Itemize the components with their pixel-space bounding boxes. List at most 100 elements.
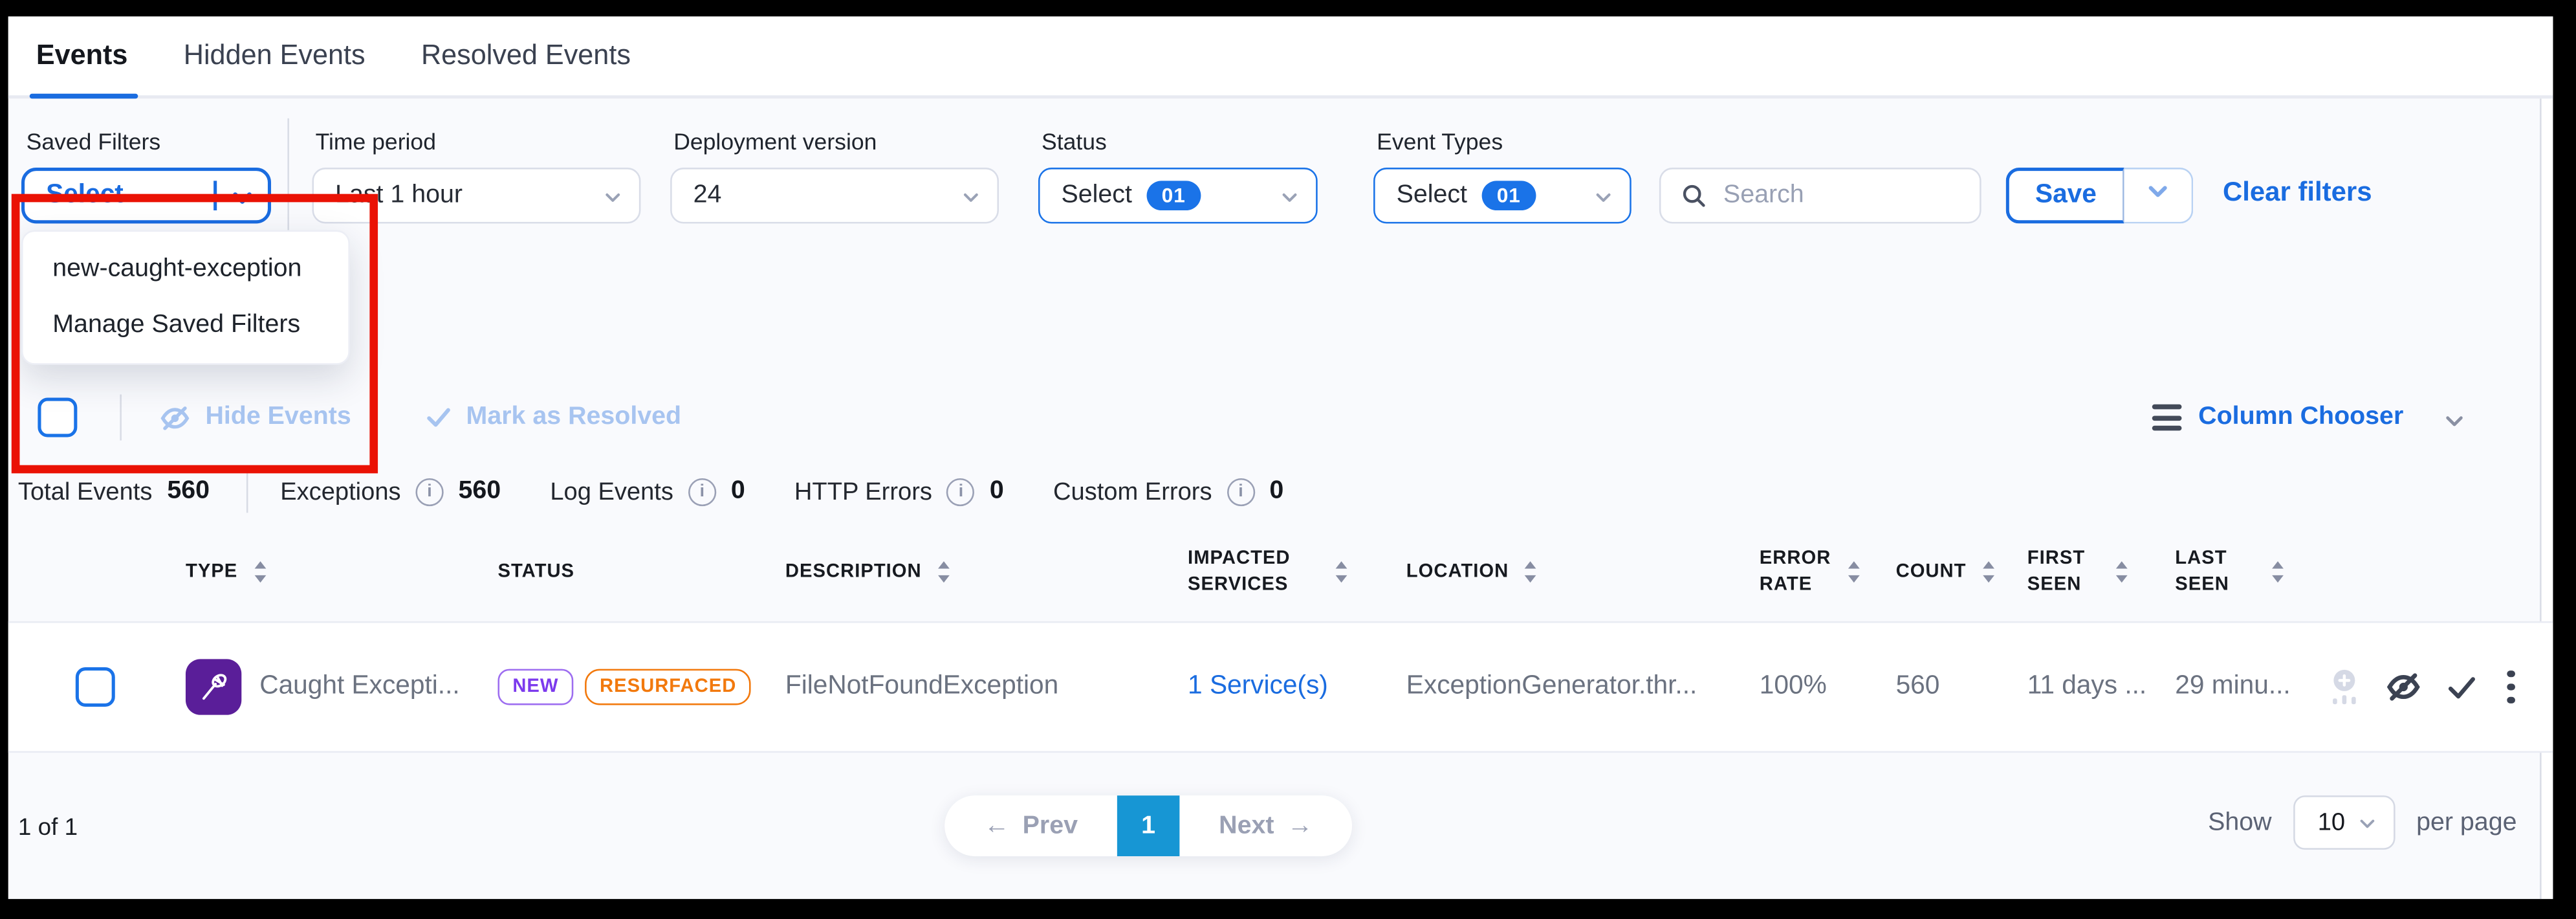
sort-icon[interactable] (937, 560, 952, 584)
page-info: 1 of 1 (18, 815, 78, 842)
select-divider (213, 181, 217, 210)
page-size-select[interactable]: 10 (2293, 795, 2395, 850)
hamburger-icon (2152, 404, 2182, 431)
mark-resolved-button[interactable]: Mark as Resolved (424, 403, 682, 432)
sort-icon[interactable] (2114, 560, 2129, 584)
mark-resolved-label: Mark as Resolved (466, 403, 682, 432)
event-type-cell: Caught Excepti... (140, 659, 452, 714)
eye-off-icon[interactable] (2384, 667, 2423, 707)
search-input[interactable] (1720, 179, 1940, 212)
prev-page-button[interactable]: ← Prev (944, 795, 1117, 856)
time-period-label: Time period (316, 128, 436, 155)
select-all-checkbox[interactable] (38, 398, 77, 437)
table-row[interactable]: Caught Excepti... NEW RESURFACED FileNot… (8, 621, 2553, 753)
app-window: Events Hidden Events Resolved Events Sav… (0, 0, 2576, 919)
caught-exception-icon (186, 659, 241, 714)
page-size-control: Show 10 per page (2208, 795, 2516, 850)
last-seen-cell: 29 minu... (2129, 672, 2285, 702)
bulk-actions-bar: Hide Events Mark as Resolved Column Choo… (8, 381, 2553, 454)
tab-hidden-events[interactable]: Hidden Events (184, 16, 366, 95)
saved-filters-label: Saved Filters (27, 128, 160, 155)
info-icon[interactable]: i (688, 478, 716, 505)
location-cell: ExceptionGenerator.thr... (1360, 672, 1714, 702)
check-icon (424, 403, 453, 432)
hide-events-label: Hide Events (205, 403, 351, 432)
status-count-badge: 01 (1147, 181, 1201, 210)
save-button[interactable]: Save (2006, 168, 2124, 223)
column-header-description[interactable]: Description (739, 559, 1142, 585)
arrow-right-icon: → (1287, 811, 1313, 841)
time-period-select[interactable]: Last 1 hour (312, 168, 641, 223)
chevron-down-icon (2443, 408, 2461, 426)
log-events-value: 0 (731, 476, 745, 506)
impacted-services-link[interactable]: 1 Service(s) (1188, 672, 1328, 702)
event-types-count-badge: 01 (1482, 181, 1536, 210)
first-seen-cell: 11 days ... (1981, 672, 2130, 702)
column-header-status[interactable]: Status (452, 559, 739, 585)
column-header-first-seen[interactable]: First Seen (1981, 546, 2130, 599)
dropdown-item-saved-filter[interactable]: new-caught-exception (23, 241, 349, 297)
footer: 1 of 1 ← Prev 1 Next → Show 10 per page (8, 753, 2553, 899)
eye-off-icon (158, 400, 192, 434)
tab-resolved-events[interactable]: Resolved Events (421, 16, 631, 95)
status-filter-label: Status (1042, 128, 1107, 155)
event-type-label: Caught Excepti... (259, 672, 459, 702)
save-dropdown-toggle[interactable] (2124, 168, 2194, 223)
check-icon[interactable] (2445, 670, 2479, 704)
sort-icon[interactable] (1523, 560, 1538, 584)
description-cell: FileNotFoundException (739, 672, 1142, 702)
exceptions-value: 560 (458, 476, 501, 506)
next-page-button[interactable]: Next → (1179, 795, 1352, 856)
column-chooser-button[interactable]: Column Chooser (2152, 403, 2461, 432)
sort-icon[interactable] (252, 560, 267, 584)
column-header-impacted-services[interactable]: Impacted Services (1142, 546, 1360, 599)
info-icon[interactable]: i (1227, 478, 1254, 505)
clear-filters-link[interactable]: Clear filters (2223, 177, 2372, 208)
http-errors-label: HTTP Errors (794, 478, 932, 505)
stats-divider (246, 470, 248, 513)
event-types-select[interactable]: Select 01 (1373, 168, 1632, 223)
tab-bar: Events Hidden Events Resolved Events (8, 16, 2553, 98)
save-split-button: Save (2006, 168, 2194, 223)
info-icon[interactable]: i (415, 478, 443, 505)
hide-events-button[interactable]: Hide Events (158, 400, 351, 434)
saved-filters-value: Select (25, 181, 124, 210)
row-checkbox[interactable] (76, 667, 115, 707)
sort-icon[interactable] (1334, 560, 1349, 584)
status-cell: NEW RESURFACED (452, 669, 739, 705)
custom-errors-value: 0 (1269, 476, 1283, 506)
stats-bar: Total Events 560 Exceptions i 560 Log Ev… (8, 463, 2553, 519)
search-box (1659, 168, 1981, 223)
total-events-label: Total Events (18, 478, 153, 505)
column-chooser-label: Column Chooser (2198, 403, 2403, 432)
kebab-menu-icon[interactable] (2500, 667, 2521, 707)
column-header-location[interactable]: Location (1360, 559, 1714, 585)
current-page-button[interactable]: 1 (1117, 795, 1180, 856)
deployment-version-select[interactable]: 24 (670, 168, 999, 223)
log-events-label: Log Events (550, 478, 673, 505)
status-filter-value: Select (1040, 181, 1132, 210)
chevron-down-icon (2357, 814, 2375, 832)
dropdown-item-manage-saved-filters[interactable]: Manage Saved Filters (23, 298, 349, 353)
info-icon[interactable]: i (947, 478, 975, 505)
column-header-last-seen[interactable]: Last Seen (2129, 546, 2285, 599)
resurfaced-badge: RESURFACED (585, 669, 751, 705)
filter-bar: Saved Filters Select new-caught-exceptio… (8, 98, 2553, 378)
chevron-down-icon (603, 186, 621, 205)
tab-events[interactable]: Events (36, 16, 128, 95)
column-header-type[interactable]: Type (140, 559, 452, 585)
saved-filters-select[interactable]: Select (21, 168, 271, 223)
time-period-value: Last 1 hour (314, 181, 463, 210)
column-header-count[interactable]: Count (1850, 559, 1981, 585)
count-cell: 560 (1850, 672, 1981, 702)
per-page-label: per page (2416, 808, 2516, 837)
pagination: ← Prev 1 Next → (944, 795, 1352, 856)
custom-errors-label: Custom Errors (1053, 478, 1212, 505)
status-filter-select[interactable]: Select 01 (1038, 168, 1318, 223)
deployment-version-label: Deployment version (673, 128, 877, 155)
sort-icon[interactable] (2271, 560, 2286, 584)
column-header-error-rate[interactable]: Error Rate (1714, 546, 1850, 599)
http-errors-value: 0 (990, 476, 1004, 506)
events-panel: Events Hidden Events Resolved Events Sav… (8, 16, 2553, 899)
arrow-left-icon: ← (984, 811, 1009, 841)
